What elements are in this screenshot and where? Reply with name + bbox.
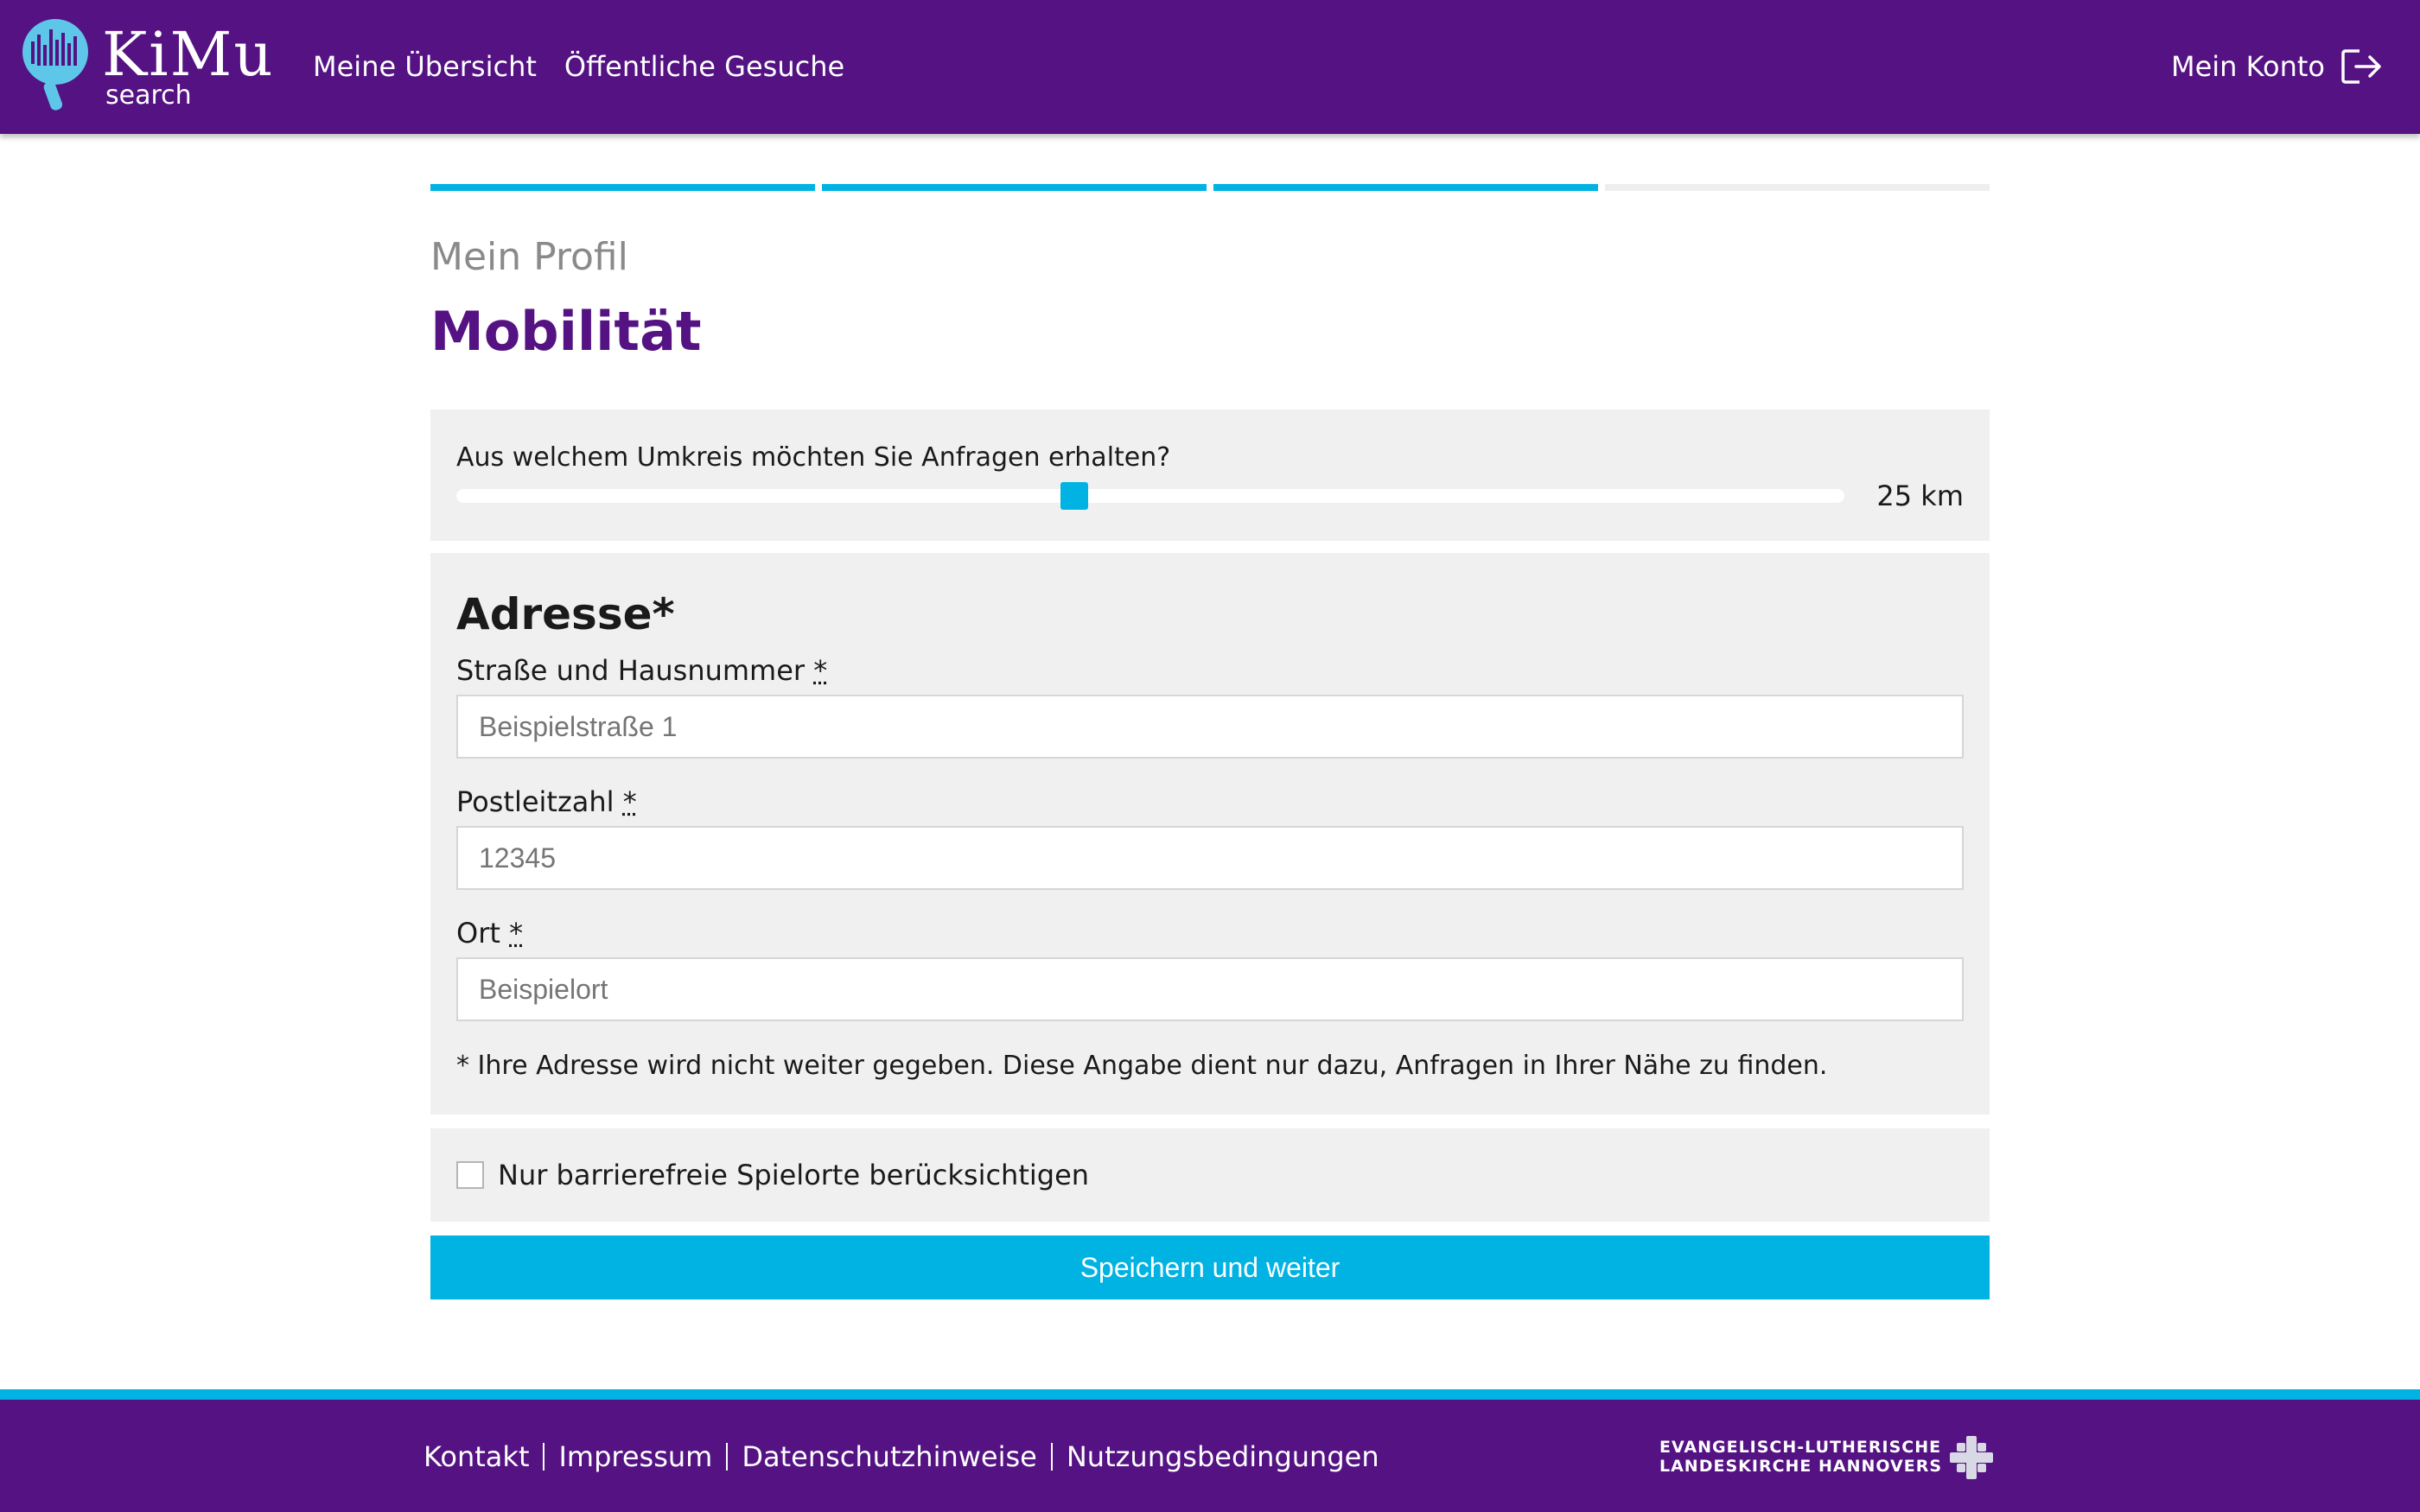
- required-mark: *: [622, 785, 637, 818]
- footer: Kontakt Impressum Datenschutzhinweise Nu…: [0, 1400, 2420, 1512]
- logout-icon: [2341, 49, 2381, 84]
- address-heading: Adresse*: [456, 589, 675, 639]
- church-line-2: LANDESKIRCHE HANNOVERS: [1659, 1457, 1943, 1476]
- footer-link-datenschutz[interactable]: Datenschutzhinweise: [742, 1438, 1037, 1476]
- footer-link-impressum[interactable]: Impressum: [558, 1438, 712, 1476]
- accessibility-panel: Nur barrierefreie Spielorte berücksichti…: [430, 1128, 1990, 1222]
- church-cross-icon: [1950, 1436, 1993, 1479]
- radius-question: Aus welchem Umkreis möchten Sie Anfragen…: [456, 442, 1171, 473]
- radius-value: 25 km: [1876, 480, 1964, 512]
- street-label-text: Straße und Hausnummer: [456, 654, 806, 687]
- footer-link-kontakt[interactable]: Kontakt: [424, 1438, 529, 1476]
- barrier-free-checkbox[interactable]: [456, 1161, 484, 1189]
- progress-step: [430, 184, 815, 191]
- radius-panel: Aus welchem Umkreis möchten Sie Anfragen…: [430, 410, 1990, 541]
- footer-separator: [726, 1443, 729, 1471]
- logo-word: KiMu: [102, 19, 275, 90]
- city-input[interactable]: [456, 957, 1964, 1021]
- zip-input[interactable]: [456, 826, 1964, 890]
- footer-link-nutzungsbedingungen[interactable]: Nutzungsbedingungen: [1067, 1438, 1379, 1476]
- address-privacy-note: * Ihre Adresse wird nicht weiter gegeben…: [456, 1051, 1828, 1081]
- barrier-free-label[interactable]: Nur barrierefreie Spielorte berücksichti…: [498, 1158, 1089, 1192]
- footer-accent-bar: [0, 1389, 2420, 1400]
- top-navbar: KiMu search Meine Übersicht Öffentliche …: [0, 0, 2420, 134]
- address-panel: Adresse* Straße und Hausnummer * Postlei…: [430, 553, 1990, 1115]
- section-pretitle: Mein Profil: [430, 235, 628, 279]
- radius-slider-thumb[interactable]: [1060, 482, 1088, 510]
- kimu-logo[interactable]: KiMu search: [21, 17, 280, 112]
- account-link[interactable]: Mein Konto: [2171, 45, 2384, 88]
- nav-oeffentliche-gesuche[interactable]: Öffentliche Gesuche: [564, 48, 844, 86]
- magnifier-logo-icon: [22, 19, 88, 111]
- street-label: Straße und Hausnummer *: [456, 653, 827, 688]
- progress-step: [1605, 184, 1990, 191]
- city-label-text: Ort: [456, 917, 500, 950]
- radius-slider-track[interactable]: [456, 489, 1844, 503]
- progress-step: [822, 184, 1207, 191]
- progress-step: [1213, 184, 1598, 191]
- church-name: EVANGELISCH-LUTHERISCHE LANDESKIRCHE HAN…: [1659, 1438, 1945, 1476]
- footer-separator: [1050, 1443, 1053, 1471]
- city-label: Ort *: [456, 916, 523, 950]
- account-label: Mein Konto: [2170, 50, 2325, 83]
- footer-links: Kontakt Impressum Datenschutzhinweise Nu…: [424, 1438, 1379, 1476]
- save-continue-button[interactable]: Speichern und weiter: [430, 1236, 1990, 1299]
- nav-meine-uebersicht[interactable]: Meine Übersicht: [313, 48, 537, 86]
- required-mark: *: [509, 917, 524, 950]
- required-mark: *: [813, 654, 828, 687]
- footer-separator: [543, 1443, 545, 1471]
- page-title: Mobilität: [430, 300, 702, 363]
- main-nav: Meine Übersicht Öffentliche Gesuche: [313, 48, 844, 86]
- street-input[interactable]: [456, 695, 1964, 759]
- church-line-1: EVANGELISCH-LUTHERISCHE: [1659, 1438, 1942, 1457]
- zip-label-text: Postleitzahl: [456, 785, 615, 818]
- logo-subtitle: search: [105, 80, 192, 111]
- zip-label: Postleitzahl *: [456, 785, 637, 819]
- step-progress: [430, 184, 1990, 191]
